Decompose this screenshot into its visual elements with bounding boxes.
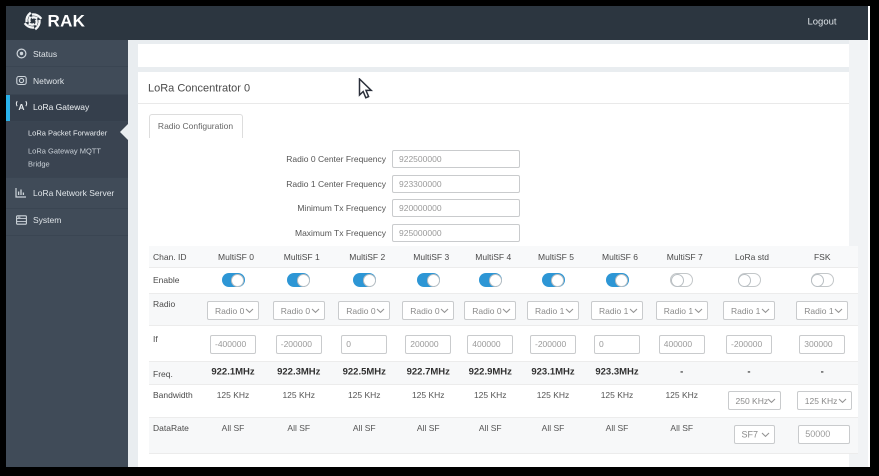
svg-text:A: A [18, 102, 24, 112]
